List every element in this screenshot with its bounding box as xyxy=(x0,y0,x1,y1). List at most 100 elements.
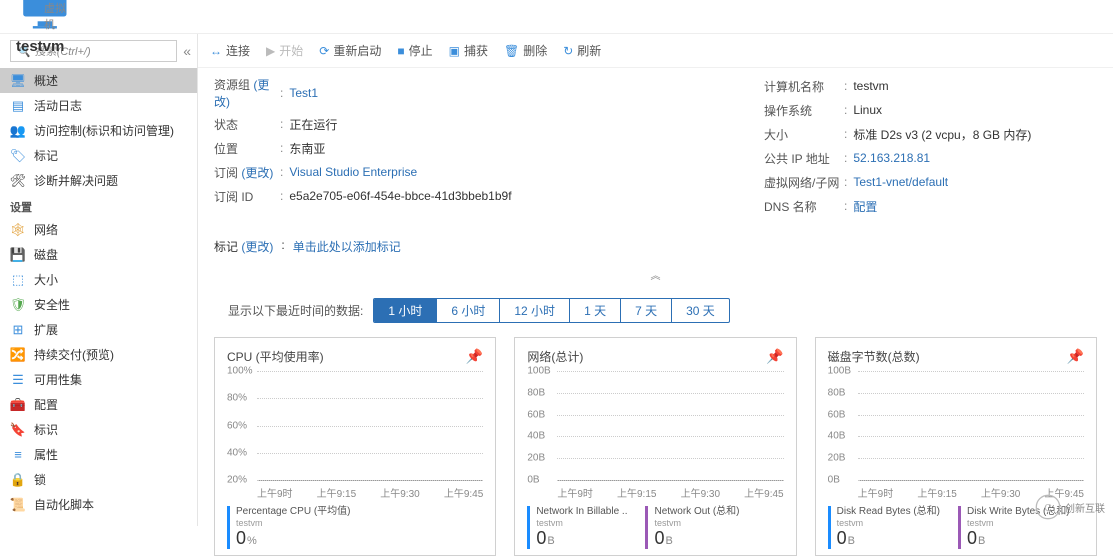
chart-area: 100B80B60B40B20B0B xyxy=(557,371,783,481)
y-tick: 100B xyxy=(527,366,550,377)
sidebar-item-label: 属性 xyxy=(34,446,58,463)
x-tick: 上午9:30 xyxy=(681,485,720,500)
location-value: 东南亚 xyxy=(289,140,325,157)
sidebar-item-config[interactable]: 🧰配置 xyxy=(0,392,197,417)
change-tags-link[interactable]: (更改) xyxy=(241,240,273,254)
y-tick: 80B xyxy=(828,387,846,398)
delete-button[interactable]: 🗑 删除 xyxy=(504,42,547,59)
stop-button[interactable]: ■ 停止 xyxy=(397,42,432,59)
time-tab-3[interactable]: 1 天 xyxy=(570,299,621,322)
y-tick: 80% xyxy=(227,393,247,404)
time-tab-0[interactable]: 1 小时 xyxy=(374,299,437,322)
capture-label: 捕获 xyxy=(464,42,488,59)
sidebar-item-ident[interactable]: 🔖标识 xyxy=(0,417,197,442)
refresh-label: 刷新 xyxy=(577,42,601,59)
sidebar-item-label: 诊断并解决问题 xyxy=(34,172,118,189)
y-tick: 80B xyxy=(527,387,545,398)
sidebar-item-avail[interactable]: ☰可用性集 xyxy=(0,367,197,392)
tags-label: 标记 (更改) xyxy=(214,238,273,255)
collapse-essentials-icon[interactable]: ︽ xyxy=(198,261,1113,282)
restart-button[interactable]: ⟳重新启动 xyxy=(319,42,381,59)
legend-sub: testvm xyxy=(536,518,627,528)
sidebar-section-settings: 设置 xyxy=(0,193,197,217)
y-tick: 0B xyxy=(828,475,840,486)
time-tab-5[interactable]: 30 天 xyxy=(672,299,729,322)
size-value: 标准 D2s v3 (2 vcpu，8 GB 内存) xyxy=(853,126,1031,143)
subscription-link[interactable]: Visual Studio Enterprise xyxy=(289,165,417,179)
sidebar-item-disks[interactable]: 💾磁盘 xyxy=(0,242,197,267)
pin-icon[interactable]: 📌 xyxy=(766,348,783,365)
play-icon: ▶ xyxy=(266,44,275,58)
sidebar-item-label: 大小 xyxy=(34,271,58,288)
capture-icon: ▣ xyxy=(449,44,460,58)
computer-name-label: 计算机名称 xyxy=(764,78,844,95)
toolbar: ↔连接 ▶开始 ⟳重新启动 ■ 停止 ▣ 捕获 🗑 删除 ↻刷新 xyxy=(198,34,1113,68)
sidebar-item-props[interactable]: ≡属性 xyxy=(0,442,197,467)
y-tick: 40% xyxy=(227,447,247,458)
legend-name: Network Out (总和) xyxy=(654,506,739,518)
pin-icon[interactable]: 📌 xyxy=(1067,348,1084,365)
dns-label: DNS 名称 xyxy=(764,198,844,215)
vnet-link[interactable]: Test1-vnet/default xyxy=(853,175,948,189)
shield-icon: 🛡 xyxy=(10,297,26,313)
sidebar-item-label: 标记 xyxy=(34,147,58,164)
sidebar-item-script[interactable]: 📜自动化脚本 xyxy=(0,492,197,517)
pin-icon[interactable]: 📌 xyxy=(466,348,483,365)
avail-icon: ☰ xyxy=(10,372,26,388)
sidebar-item-wrench[interactable]: 🛠诊断并解决问题 xyxy=(0,168,197,193)
y-tick: 60B xyxy=(527,409,545,420)
dns-link[interactable]: 配置 xyxy=(853,198,877,215)
resource-group-link[interactable]: Test1 xyxy=(289,86,318,100)
monitor-icon: 🖥 xyxy=(10,73,26,89)
sidebar-item-size[interactable]: ⬚大小 xyxy=(0,267,197,292)
status-value: 正在运行 xyxy=(289,116,337,133)
footer-logo: C 创新互联 xyxy=(1035,494,1105,520)
subscription-id-label: 订阅 ID xyxy=(214,188,280,205)
trash-icon: 🗑 xyxy=(504,44,519,58)
legend-value: 0 xyxy=(967,528,977,548)
status-label: 状态 xyxy=(214,116,280,133)
x-tick: 上午9:45 xyxy=(444,485,483,500)
y-tick: 40B xyxy=(527,431,545,442)
sidebar-item-log[interactable]: ▤活动日志 xyxy=(0,93,197,118)
sidebar-item-ext[interactable]: ⊞扩展 xyxy=(0,317,197,342)
size-label: 大小 xyxy=(764,126,844,143)
add-tags-link[interactable]: 单击此处以添加标记 xyxy=(293,238,401,255)
y-tick: 100% xyxy=(227,366,253,377)
sidebar-item-cd[interactable]: 🔀持续交付(预览) xyxy=(0,342,197,367)
sidebar-item-shield[interactable]: 🛡 安全性 xyxy=(0,292,197,317)
sidebar-item-label: 自动化脚本 xyxy=(34,496,94,513)
chart-title: 磁盘字节数(总数) xyxy=(828,348,1084,365)
sidebar-item-people[interactable]: 👥访问控制(标识和访问管理) xyxy=(0,118,197,143)
svg-text:C: C xyxy=(1044,503,1052,514)
stop-icon: ■ xyxy=(397,44,404,58)
x-tick: 上午9时 xyxy=(858,485,894,500)
delete-label: 删除 xyxy=(523,42,547,59)
time-tab-4[interactable]: 7 天 xyxy=(621,299,672,322)
legend-unit: B xyxy=(848,535,855,547)
log-icon: ▤ xyxy=(10,98,26,114)
start-button[interactable]: ▶开始 xyxy=(266,42,303,59)
capture-button[interactable]: ▣ 捕获 xyxy=(449,42,488,59)
time-tab-2[interactable]: 12 小时 xyxy=(500,299,570,322)
legend-unit: B xyxy=(547,535,554,547)
time-tab-1[interactable]: 6 小时 xyxy=(437,299,500,322)
sidebar-item-lock[interactable]: 🔒锁 xyxy=(0,467,197,492)
sidebar-item-monitor[interactable]: 🖥概述 xyxy=(0,68,197,93)
sidebar-item-tag[interactable]: 🏷标记 xyxy=(0,143,197,168)
y-tick: 60% xyxy=(227,420,247,431)
ip-link[interactable]: 52.163.218.81 xyxy=(853,151,930,165)
sidebar-item-network[interactable]: 🕸网络 xyxy=(0,217,197,242)
main-pane: ↔连接 ▶开始 ⟳重新启动 ■停止 ▣捕获 🗑删除 ↻刷新 资源组 (更改):T… xyxy=(198,34,1113,526)
collapse-icon[interactable]: « xyxy=(183,43,191,59)
stop-label: 停止 xyxy=(409,42,433,59)
chart-card-0: CPU (平均使用率)📌100%80%60%40%20%上午9时上午9:15上午… xyxy=(214,337,496,556)
sidebar-item-label: 安全性 xyxy=(34,296,70,313)
chart-area: 100%80%60%40%20% xyxy=(257,371,483,481)
legend-item: Network Out (总和)testvm0B xyxy=(645,506,739,549)
y-tick: 60B xyxy=(828,409,846,420)
connect-button[interactable]: ↔连接 xyxy=(210,42,250,59)
refresh-button[interactable]: ↻刷新 xyxy=(563,42,601,59)
legend-name: Network In Billable .. xyxy=(536,506,627,518)
change-sub-link[interactable]: (更改) xyxy=(241,166,273,180)
